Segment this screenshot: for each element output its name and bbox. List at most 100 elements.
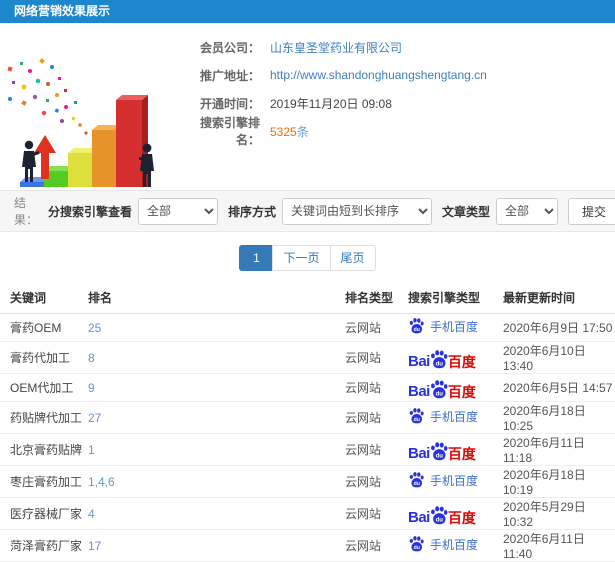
engine-label: 手机百度 (430, 409, 479, 424)
summary-section: 会员公司： 山东皇圣堂药业有限公司 推广地址： http://www.shand… (0, 23, 615, 208)
header-rank: 排名 (88, 283, 345, 314)
pagination: 1 下一页 尾页 (0, 245, 615, 271)
table-row: OEM代加工 9 云网站 Bai du 百度 2020年6月5日 14:57 (0, 373, 615, 402)
baidu-paw-icon: du (430, 349, 448, 368)
next-page-button[interactable]: 下一页 (272, 245, 331, 271)
baidu-logo: Bai du 百度 (408, 377, 476, 399)
keyword-cell: 医疗器械厂家 (0, 497, 88, 530)
updated-cell: 2020年6月9日 17:50 (503, 313, 615, 342)
baidu-paw-icon: du (430, 441, 448, 460)
company-link[interactable]: 山东皇圣堂药业有限公司 (270, 39, 402, 56)
submit-button[interactable]: 提交 (568, 197, 615, 225)
rank-type-cell: 云网站 (345, 341, 408, 374)
table-row: 枣庄膏药加工 1,4,6 云网站 du 手机百度 2020年6月18日 10:19 (0, 465, 615, 498)
engine-filter-select[interactable]: 全部 (138, 197, 219, 225)
table-row: 菏泽膏药厂家 17 云网站 du 手机百度 2020年6月11日 11:40 (0, 529, 615, 562)
engine-filter-label: 分搜索引擎查看 (48, 204, 133, 219)
ranking-table: 关键词 排名 排名类型 搜索引擎类型 最新更新时间 膏药OEM 25 云网站 d… (0, 283, 615, 562)
page-1-button[interactable]: 1 (239, 245, 274, 271)
table-row: 医疗器械厂家 4 云网站 Bai du 百度 2020年5月29日 10:32 (0, 497, 615, 530)
engine-label: 手机百度 (430, 319, 479, 334)
keyword-cell: 膏药代加工 (0, 341, 88, 374)
svg-text:du: du (414, 327, 420, 333)
engine-label: 百度 (447, 383, 476, 400)
open-time-value: 2019年11月20日 09:08 (270, 96, 392, 111)
rank-link[interactable]: 1 (88, 443, 95, 457)
baidu-paw-icon: du (409, 318, 424, 334)
engine-label: 百度 (447, 445, 476, 462)
rank-link[interactable]: 8 (88, 351, 95, 365)
rank-type-cell: 云网站 (345, 465, 408, 498)
table-row: 膏药OEM 25 云网站 du 手机百度 2020年6月9日 17:50 (0, 313, 615, 342)
rank-link[interactable]: 27 (88, 411, 101, 425)
sort-select[interactable]: 关键词由短到长排序 (282, 197, 433, 225)
open-time-row: 开通时间： 2019年11月20日 09:08 (178, 95, 615, 111)
updated-cell: 2020年5月29日 10:32 (503, 497, 615, 530)
engine-label: 手机百度 (430, 473, 479, 488)
table-row: 北京膏药贴牌 1 云网站 Bai du 百度 2020年6月11日 11:18 (0, 433, 615, 466)
confetti-dots (7, 58, 88, 135)
rank-count-value: 5325条 (270, 124, 309, 139)
svg-text:du: du (414, 545, 420, 551)
rank-link[interactable]: 1,4,6 (88, 475, 115, 489)
promo-url-label: 推广地址： (199, 68, 260, 83)
article-type-select[interactable]: 全部 (496, 197, 559, 225)
rank-link[interactable]: 4 (88, 507, 95, 521)
filter-bar: 结果： 分搜索引擎查看 全部 排序方式 关键词由短到长排序 文章类型 全部 提交 (0, 190, 615, 232)
svg-text:du: du (435, 517, 443, 523)
company-row: 会员公司： 山东皇圣堂药业有限公司 (178, 39, 615, 55)
baidu-paw-icon: du (430, 505, 448, 524)
company-label: 会员公司： (199, 40, 260, 55)
engine-label: 百度 (447, 353, 476, 370)
svg-text:du: du (414, 481, 420, 487)
keyword-cell: 膏药OEM (0, 313, 88, 342)
svg-text:du: du (435, 361, 443, 367)
keyword-cell: 北京膏药贴牌 (0, 433, 88, 466)
svg-text:du: du (414, 417, 420, 423)
baidu-logo: Bai du 百度 (408, 503, 476, 525)
sort-label: 排序方式 (228, 204, 277, 219)
header-keyword: 关键词 (0, 283, 88, 314)
rank-type-cell: 云网站 (345, 529, 408, 562)
rank-type-cell: 云网站 (345, 433, 408, 466)
mobile-baidu-badge: du 手机百度 (408, 407, 478, 425)
table-row: 膏药代加工 8 云网站 Bai du 百度 2020年6月10日 13:40 (0, 341, 615, 374)
rank-type-cell: 云网站 (345, 373, 408, 402)
baidu-paw-icon: du (409, 472, 424, 488)
keyword-cell: 枣庄膏药加工 (0, 465, 88, 498)
header-engine-type: 搜索引擎类型 (408, 283, 503, 314)
baidu-paw-icon: du (409, 536, 424, 552)
rank-type-cell: 云网站 (345, 497, 408, 530)
updated-cell: 2020年6月11日 11:40 (503, 529, 615, 562)
rank-count-row: 搜索引擎排名： 5325条 (178, 116, 615, 147)
promo-url-link[interactable]: http://www.shandonghuangshengtang.cn (270, 68, 487, 82)
rank-type-cell: 云网站 (345, 401, 408, 434)
rank-count-label: 搜索引擎排名： (199, 116, 260, 147)
keyword-cell: OEM代加工 (0, 373, 88, 402)
rank-link[interactable]: 25 (88, 321, 101, 335)
rank-link[interactable]: 9 (88, 381, 95, 395)
keyword-cell: 菏泽膏药厂家 (0, 529, 88, 562)
baidu-logo: Bai du 百度 (408, 347, 476, 369)
table-header-row: 关键词 排名 排名类型 搜索引擎类型 最新更新时间 (0, 283, 615, 314)
promo-url-row: 推广地址： http://www.shandonghuangshengtang.… (178, 67, 615, 83)
baidu-paw-icon: du (430, 379, 448, 398)
last-page-button[interactable]: 尾页 (329, 245, 376, 271)
article-type-label: 文章类型 (442, 204, 491, 219)
rank-link[interactable]: 17 (88, 539, 101, 553)
engine-label: 百度 (447, 509, 476, 526)
header-updated: 最新更新时间 (503, 283, 615, 314)
open-time-label: 开通时间： (199, 96, 260, 111)
businessman-left (22, 140, 40, 182)
growth-bar-chart-image (0, 29, 178, 208)
account-info: 会员公司： 山东皇圣堂药业有限公司 推广地址： http://www.shand… (178, 29, 615, 190)
rank-type-cell: 云网站 (345, 313, 408, 342)
page-title: 网络营销效果展示 (14, 4, 111, 18)
mobile-baidu-badge: du 手机百度 (408, 317, 478, 335)
table-row: 药贴牌代加工 27 云网站 du 手机百度 2020年6月18日 10:25 (0, 401, 615, 434)
keyword-cell: 药贴牌代加工 (0, 401, 88, 434)
page-header: 网络营销效果展示 (0, 0, 615, 23)
growth-bar-chart-graphic (2, 58, 174, 208)
header-rank-type: 排名类型 (345, 283, 408, 314)
baidu-logo: Bai du 百度 (408, 439, 476, 461)
